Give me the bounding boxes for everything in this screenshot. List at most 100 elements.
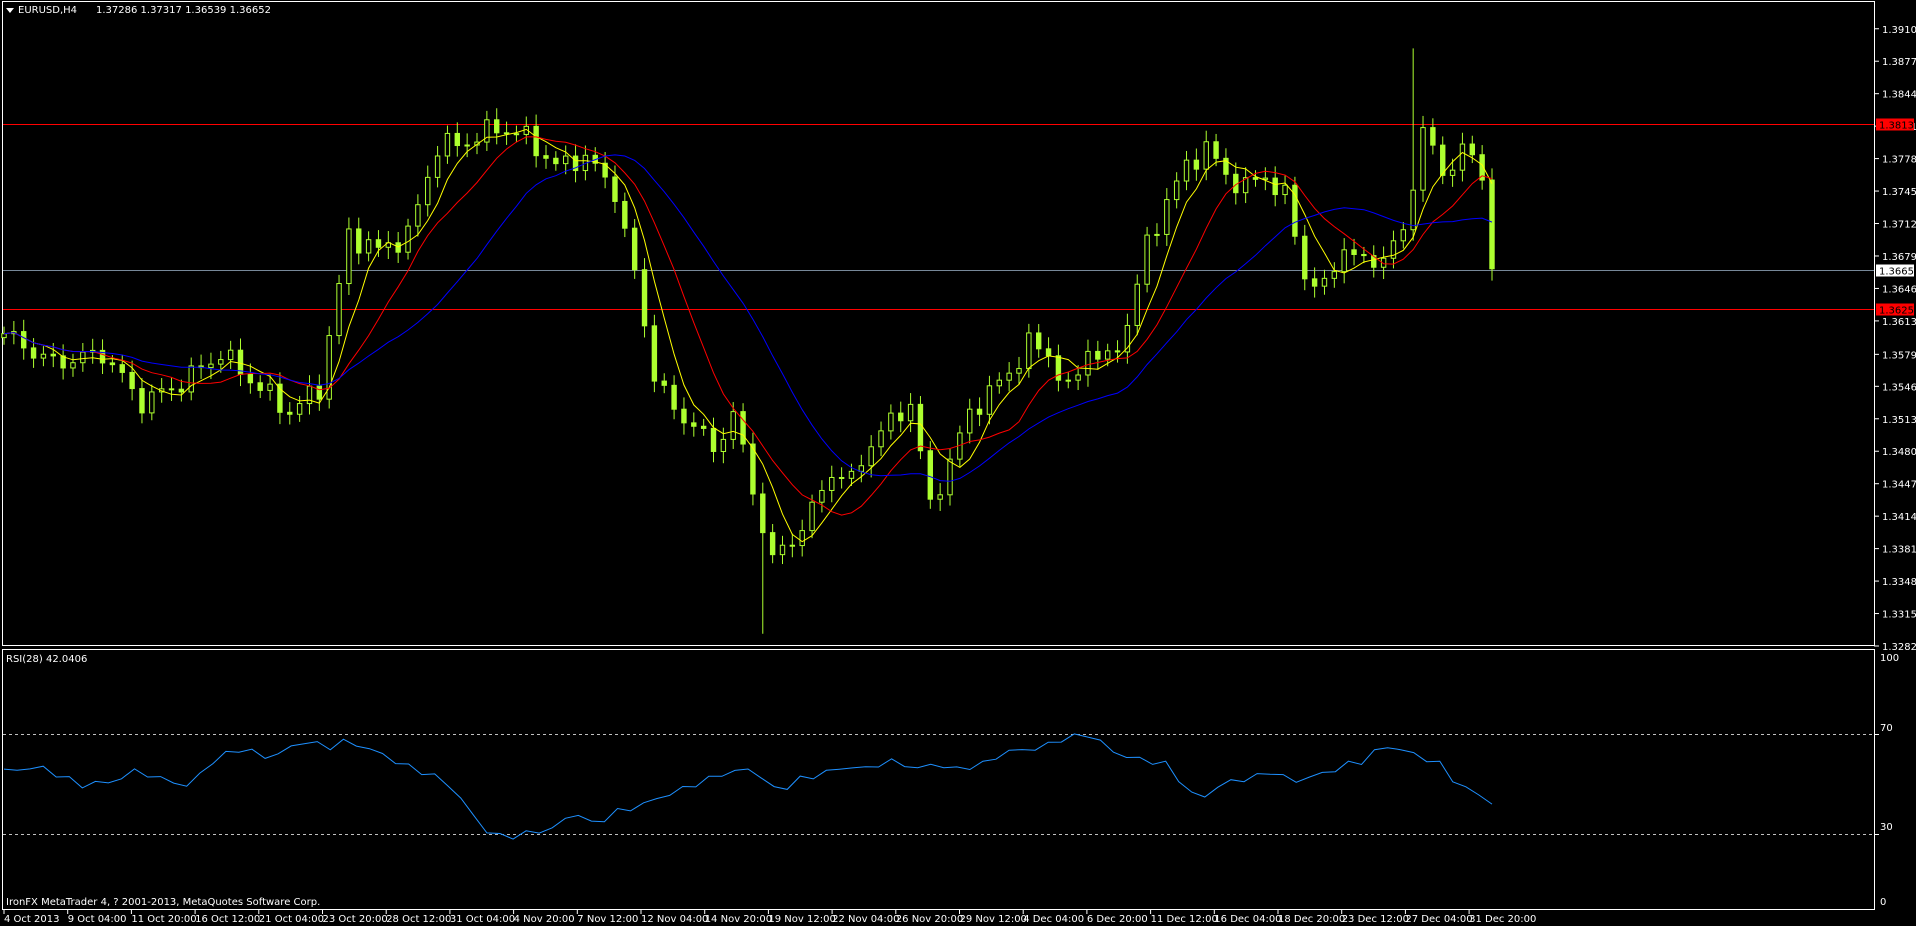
candle-body [710, 427, 717, 452]
candle-body [1311, 278, 1318, 287]
candle-body [789, 544, 796, 547]
price-axis-label: 1.34805 [1882, 447, 1916, 458]
candle-body [1252, 177, 1259, 180]
candle-body [346, 228, 352, 285]
candle-body [1440, 144, 1446, 176]
time-axis-label: 21 Oct 04:00 [259, 914, 324, 925]
time-axis-label: 7 Nov 12:00 [577, 914, 638, 925]
candle-body [868, 446, 874, 467]
rsi-label: RSI(28) 42.0406 [6, 654, 87, 665]
price-axis-label: 1.34145 [1882, 512, 1916, 523]
time-axis-label: 4 Oct 2013 [4, 914, 59, 925]
candle-body [730, 411, 736, 440]
candle-body [799, 530, 805, 547]
chart-background [0, 0, 1916, 926]
time-axis-label: 16 Oct 12:00 [195, 914, 260, 925]
candle-body [917, 403, 924, 452]
rsi-axis-label-100: 100 [1880, 653, 1899, 664]
candle-body [257, 382, 263, 391]
candle-body [858, 465, 865, 472]
candle-body [740, 411, 746, 445]
price-axis-label: 1.36790 [1882, 252, 1916, 263]
candle-body [967, 408, 973, 434]
candle-body [622, 200, 628, 229]
candle-body [267, 383, 273, 391]
candle-body [139, 388, 145, 414]
price-axis-label: 1.35465 [1882, 382, 1916, 393]
candle-body [779, 544, 786, 556]
candle-body [691, 422, 697, 427]
symbol-label: EURUSD,H4 [18, 5, 77, 16]
candle-body [1193, 159, 1200, 170]
rsi-axis-label-0: 0 [1880, 897, 1886, 908]
time-axis-label: 4 Nov 20:00 [514, 914, 575, 925]
candle-body [434, 155, 441, 178]
candle-body [178, 388, 185, 393]
candle-body [898, 412, 904, 422]
candle-body [247, 373, 254, 384]
chart-canvas: 1.391001.387701.384401.381101.377801.374… [0, 0, 1916, 926]
candle-body [1321, 277, 1328, 287]
time-axis-label: 23 Oct 20:00 [323, 914, 388, 925]
candle-body [1272, 177, 1278, 196]
price-badge-label: 1.36250 [1879, 306, 1916, 317]
candle-body [651, 325, 658, 382]
price-axis-label: 1.39100 [1882, 25, 1916, 36]
candle-body [1173, 180, 1180, 201]
rsi-axis-label-30: 30 [1880, 822, 1893, 833]
candle-body [454, 132, 461, 147]
price-axis-label: 1.37450 [1882, 187, 1916, 198]
candle-body [907, 403, 914, 422]
candle-body [1134, 283, 1140, 326]
candle-body [336, 283, 342, 337]
candle-body [937, 494, 943, 500]
time-axis-label: 26 Nov 20:00 [896, 914, 963, 925]
candle-body [1341, 249, 1347, 273]
candle-body [1469, 143, 1475, 156]
candle-body [1430, 127, 1436, 146]
candle-body [503, 132, 510, 135]
candle-body [1164, 199, 1170, 235]
time-axis-label: 18 Dec 20:00 [1278, 914, 1345, 925]
candle-body [1016, 368, 1022, 374]
copyright-text: IronFX MetaTrader 4, ? 2001-2013, MetaQu… [6, 897, 320, 908]
time-axis-label: 9 Oct 04:00 [68, 914, 127, 925]
candle-body [809, 501, 815, 532]
candle-body [1351, 249, 1357, 255]
candle-body [996, 379, 1002, 387]
candle-body [1400, 229, 1407, 242]
price-axis-label: 1.38440 [1882, 90, 1916, 101]
price-axis-label: 1.33815 [1882, 545, 1916, 556]
time-axis-label: 19 Nov 12:00 [768, 914, 835, 925]
time-axis-label: 23 Dec 12:00 [1342, 914, 1409, 925]
ohlc-readout: 1.37286 1.37317 1.36539 1.36652 [96, 5, 271, 16]
candle-body [1065, 379, 1071, 382]
price-axis-label: 1.33485 [1882, 577, 1916, 588]
candle-body [218, 359, 224, 365]
candle-body [129, 371, 135, 390]
candle-body [405, 225, 411, 253]
candle-body [1203, 141, 1209, 170]
candle-body [543, 155, 549, 159]
price-axis-label: 1.33155 [1882, 610, 1916, 621]
price-badge-label: 1.36652 [1879, 267, 1916, 278]
candle-body [986, 385, 993, 415]
time-axis-label: 31 Oct 04:00 [450, 914, 515, 925]
candle-body [1489, 179, 1495, 270]
candle-body [769, 532, 776, 556]
candle-body [661, 380, 667, 386]
candle-body [50, 353, 56, 357]
candle-body [188, 365, 194, 393]
candle-body [296, 403, 303, 415]
time-axis-label: 29 Nov 12:00 [960, 914, 1027, 925]
candle-body [80, 351, 86, 364]
candle-body [562, 155, 569, 165]
candle-body [40, 353, 47, 359]
candle-body [1459, 143, 1466, 171]
price-axis-label: 1.37780 [1882, 155, 1916, 166]
candle-body [425, 176, 431, 206]
candle-body [1282, 184, 1288, 196]
candle-body [553, 157, 559, 165]
candle-body [681, 408, 687, 424]
price-axis-label: 1.34475 [1882, 480, 1916, 491]
